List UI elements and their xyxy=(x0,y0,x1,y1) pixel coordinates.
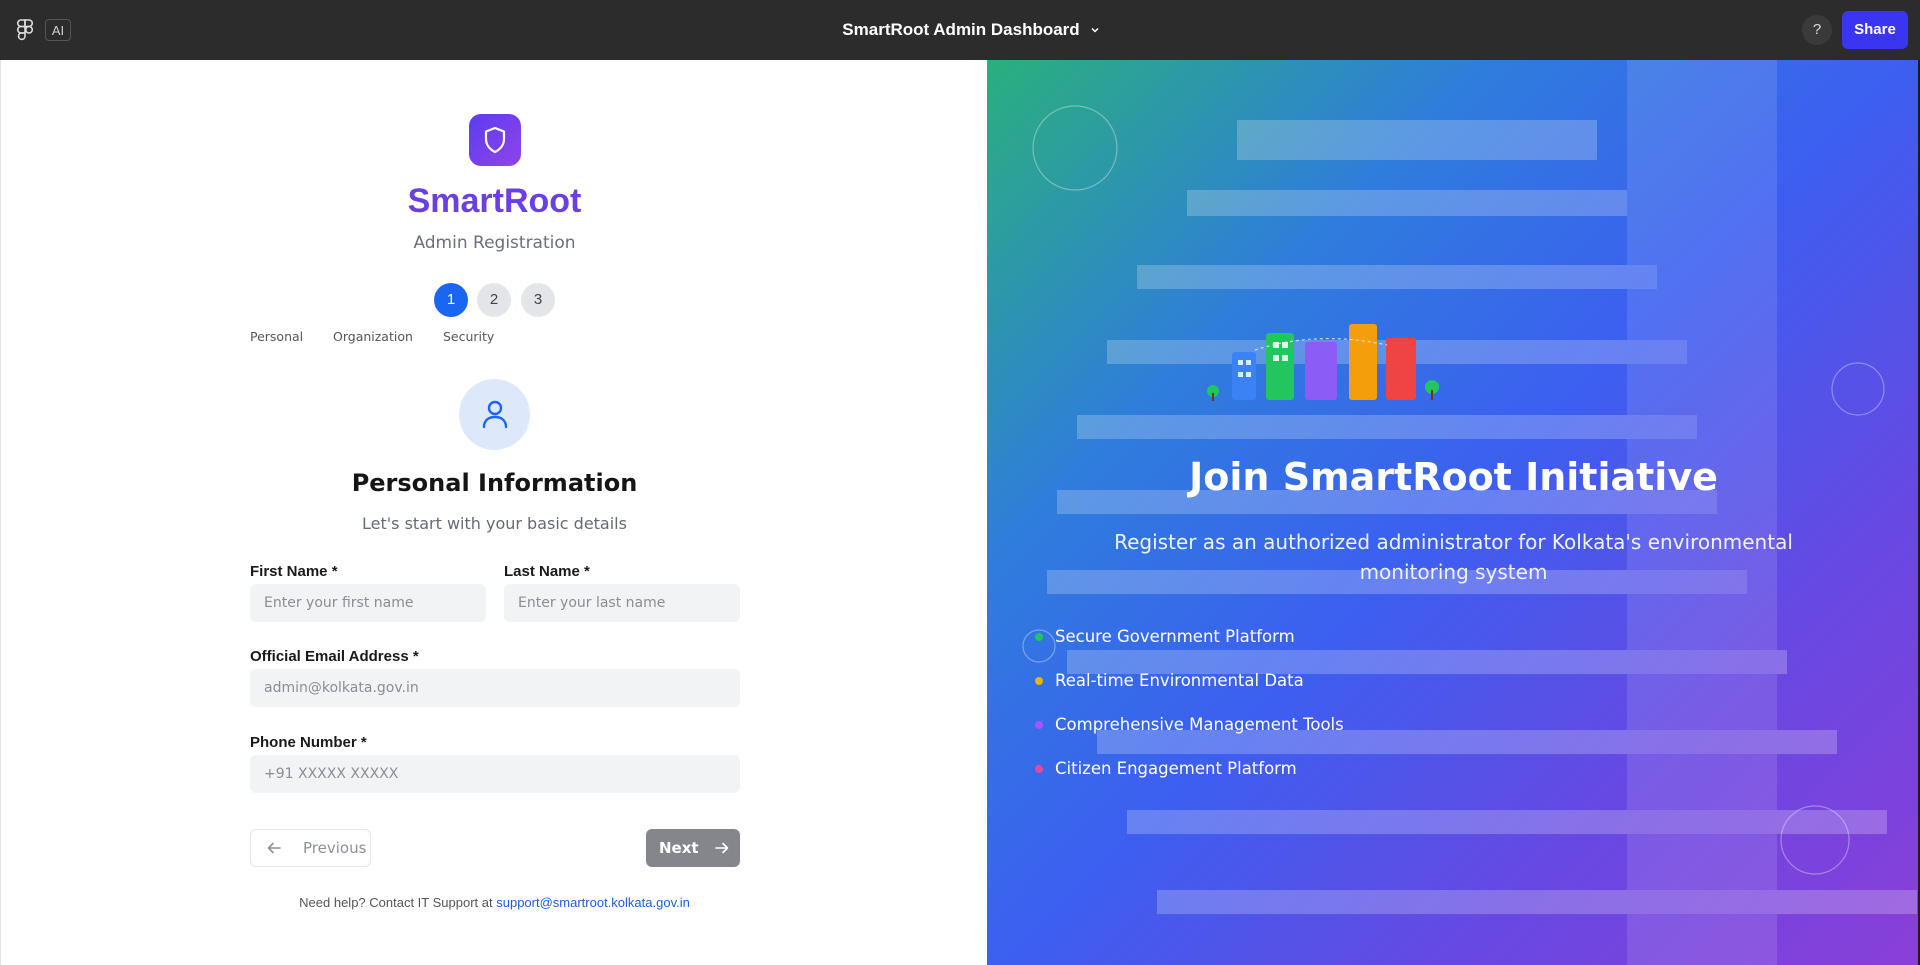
last-name-label: Last Name * xyxy=(504,563,590,580)
share-button[interactable]: Share xyxy=(1842,11,1908,49)
ai-button[interactable]: AI xyxy=(45,19,71,41)
first-name-label: First Name * xyxy=(250,563,338,580)
hero-subtitle: Register as an authorized administrator … xyxy=(1114,530,1793,584)
hero-title: Join SmartRoot Initiative xyxy=(1189,455,1718,499)
shield-icon xyxy=(484,126,506,154)
help-text: Need help? Contact IT Support at support… xyxy=(1,895,988,910)
next-button[interactable]: Next xyxy=(646,829,740,867)
support-email-link[interactable]: support@smartroot.kolkata.gov.in xyxy=(496,895,690,910)
feature-bullet xyxy=(1035,720,1043,729)
previous-button-label: Previous xyxy=(303,839,367,857)
last-name-input[interactable] xyxy=(504,584,740,622)
registration-form-panel: SmartRoot Admin Registration 1 2 3 Perso… xyxy=(0,60,987,965)
file-title-menu[interactable]: SmartRoot Admin Dashboard xyxy=(820,20,1099,40)
building-background-image xyxy=(1022,60,1917,965)
feature-item: Real-time Environmental Data xyxy=(1035,671,1304,690)
file-title: SmartRoot Admin Dashboard xyxy=(842,20,1080,39)
arrow-right-icon xyxy=(714,842,728,854)
feature-bullet xyxy=(1035,676,1043,685)
brand-name: SmartRoot xyxy=(407,182,582,220)
section-subtitle: Let's start with your basic details xyxy=(362,514,627,533)
help-button[interactable]: ? xyxy=(1802,15,1832,45)
feature-bullet xyxy=(1035,632,1043,641)
user-icon xyxy=(482,400,508,429)
next-button-label: Next xyxy=(659,839,699,857)
feature-label: Real-time Environmental Data xyxy=(1055,671,1304,690)
help-text-label: Need help? Contact IT Support at xyxy=(299,895,493,910)
feature-item: Secure Government Platform xyxy=(1035,627,1295,646)
chevron-down-icon xyxy=(1091,27,1099,33)
step-1-label: Personal xyxy=(250,329,304,344)
phone-label: Phone Number * xyxy=(250,734,367,751)
feature-bullet xyxy=(1035,764,1043,773)
feature-label: Comprehensive Management Tools xyxy=(1055,715,1344,734)
figma-logo-icon[interactable] xyxy=(17,19,33,41)
hero-panel: Join SmartRoot Initiative Register as an… xyxy=(987,60,1920,965)
first-name-input[interactable] xyxy=(250,584,486,622)
section-avatar xyxy=(459,379,530,450)
email-field[interactable] xyxy=(250,669,740,707)
section-title: Personal Information xyxy=(351,469,638,497)
previous-button[interactable]: Previous xyxy=(250,829,371,867)
phone-field[interactable] xyxy=(250,755,740,793)
arrow-left-icon xyxy=(267,842,281,854)
step-1-indicator[interactable]: 1 xyxy=(434,283,468,317)
feature-item: Citizen Engagement Platform xyxy=(1035,759,1297,778)
city-illustration xyxy=(1207,324,1439,401)
brand-logo xyxy=(469,114,521,166)
brand-subtitle: Admin Registration xyxy=(413,233,576,253)
step-3-indicator[interactable]: 3 xyxy=(521,283,555,317)
step-2-indicator[interactable]: 2 xyxy=(477,283,511,317)
feature-item: Comprehensive Management Tools xyxy=(1035,715,1344,734)
email-label: Official Email Address * xyxy=(250,648,419,665)
step-3-label: Security xyxy=(443,329,495,344)
feature-label: Citizen Engagement Platform xyxy=(1055,759,1297,778)
app-topbar: AI SmartRoot Admin Dashboard ? Share xyxy=(0,0,1920,60)
feature-label: Secure Government Platform xyxy=(1055,627,1295,646)
step-2-label: Organization xyxy=(333,329,413,344)
